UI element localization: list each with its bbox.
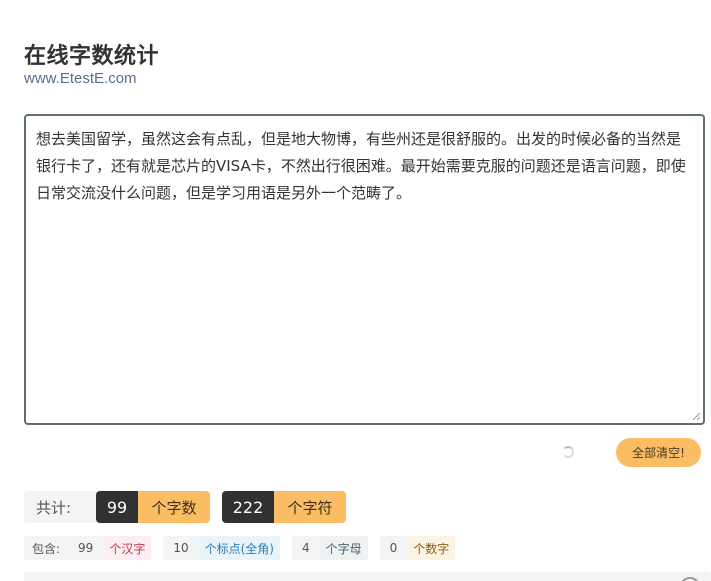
punct-count-chip: 10 个标点(全角) — [163, 536, 280, 560]
clear-all-button[interactable]: 全部清空! — [616, 438, 701, 467]
editor-text: 想去美国留学，虽然这会有点乱，但是地大物博，有些州还是很舒服的。出发的时候必备的… — [36, 130, 686, 202]
totals-row: 共计: 99 个字数 222 个字符 — [24, 491, 346, 523]
han-count-chip: 99 个汉字 — [68, 536, 152, 560]
totals-label: 共计: — [24, 491, 96, 523]
resize-handle-icon[interactable] — [691, 411, 701, 421]
han-count-value: 99 — [68, 536, 104, 560]
punct-count-value: 10 — [163, 536, 199, 560]
loading-spinner-icon — [562, 446, 574, 458]
letter-count-value: 4 — [292, 536, 320, 560]
char-count-label: 个字数 — [138, 491, 210, 523]
site-url: www.EtestE.com — [24, 70, 137, 87]
punct-count-label: 个标点(全角) — [198, 536, 280, 560]
letter-count-chip: 4 个字母 — [292, 536, 368, 560]
symbol-count-pill: 222 个字符 — [222, 491, 346, 523]
symbol-count-value: 222 — [222, 491, 274, 523]
details-label: 包含: — [24, 536, 69, 560]
text-input-area[interactable]: 想去美国留学，虽然这会有点乱，但是地大物博，有些州还是很舒服的。出发的时候必备的… — [24, 114, 705, 425]
digit-count-value: 0 — [379, 536, 408, 560]
char-count-value: 99 — [96, 491, 138, 523]
letter-count-label: 个字母 — [319, 536, 368, 560]
bottom-panel — [24, 572, 711, 581]
han-count-label: 个汉字 — [103, 536, 152, 560]
page-title: 在线字数统计 — [24, 44, 160, 69]
symbol-count-label: 个字符 — [274, 491, 346, 523]
char-count-pill: 99 个字数 — [96, 491, 210, 523]
details-row: 包含: 99 个汉字 10 个标点(全角) 4 个字母 0 个数字 — [24, 536, 456, 560]
digit-count-chip: 0 个数字 — [379, 536, 456, 560]
digit-count-label: 个数字 — [407, 536, 456, 560]
